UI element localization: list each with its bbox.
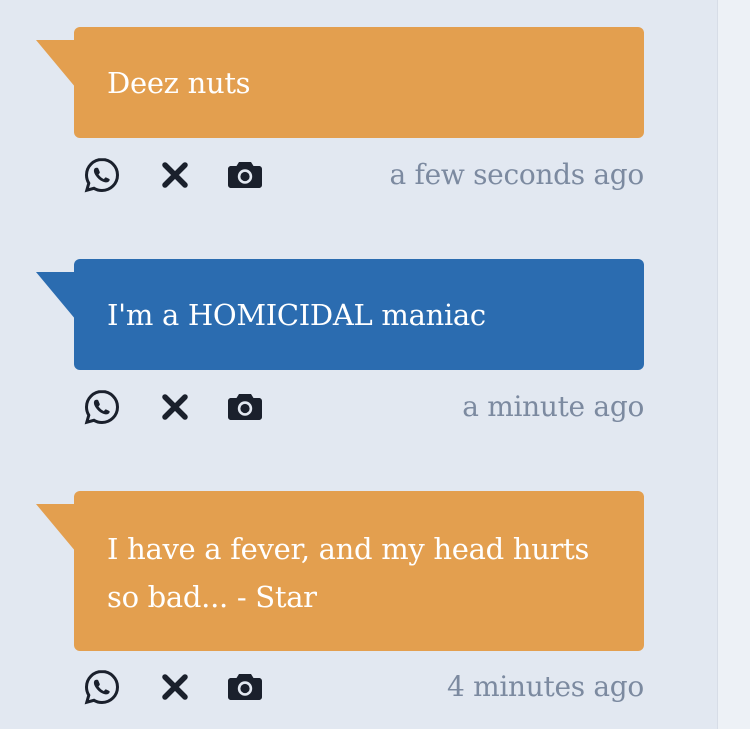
message-text: Deez nuts — [107, 65, 251, 100]
message-timestamp: 4 minutes ago — [447, 670, 644, 703]
message-actions: 4 minutes ago — [82, 667, 644, 707]
side-panel — [717, 0, 750, 729]
camera-icon[interactable] — [225, 667, 265, 707]
message-bubble: Deez nuts — [74, 27, 644, 138]
close-icon[interactable] — [155, 667, 195, 707]
camera-icon[interactable] — [225, 155, 265, 195]
whatsapp-icon[interactable] — [82, 667, 122, 707]
message-actions: a few seconds ago — [82, 155, 644, 195]
message-bubble: I have a fever, and my head hurts so bad… — [74, 491, 644, 651]
message-timestamp: a minute ago — [462, 390, 644, 423]
message-feed: Deez nuts a few seconds ago I'm a HOMICI… — [0, 0, 718, 729]
whatsapp-icon[interactable] — [82, 155, 122, 195]
message-actions: a minute ago — [82, 387, 644, 427]
message-text: I'm a HOMICIDAL maniac — [107, 297, 486, 332]
message-timestamp: a few seconds ago — [389, 158, 645, 191]
bubble-tail — [36, 40, 76, 88]
message-text: I have a fever, and my head hurts so bad… — [107, 532, 590, 614]
bubble-tail — [36, 272, 76, 320]
bubble-tail — [36, 504, 76, 552]
message-bubble: I'm a HOMICIDAL maniac — [74, 259, 644, 370]
whatsapp-icon[interactable] — [82, 387, 122, 427]
close-icon[interactable] — [155, 155, 195, 195]
camera-icon[interactable] — [225, 387, 265, 427]
close-icon[interactable] — [155, 387, 195, 427]
